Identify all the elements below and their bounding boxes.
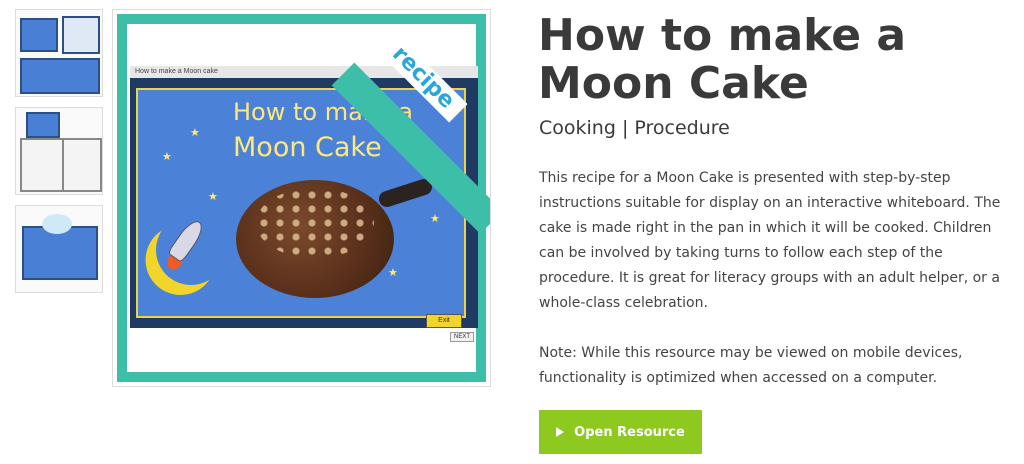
star-icon: ★ (162, 151, 172, 163)
slide-canvas: How to make a Moon Cake ★ ★ ★ ★ ★ ★ (136, 88, 466, 318)
thumbnail-slide-image (22, 226, 98, 280)
next-button[interactable]: NEXT (450, 332, 475, 342)
thumbnail-slide-image (26, 112, 60, 138)
slide-title-line2: Moon Cake (233, 132, 382, 163)
thumbnail-list (15, 9, 103, 303)
star-icon: ★ (190, 127, 200, 139)
play-icon (556, 427, 565, 437)
open-resource-button[interactable]: Open Resource (539, 410, 702, 454)
thumbnail-2[interactable] (15, 107, 103, 195)
thumbnail-slide-image (20, 138, 64, 192)
thumbnail-3[interactable] (15, 205, 103, 293)
resource-note: Note: While this resource may be viewed … (539, 345, 963, 386)
moon-cake-image (236, 180, 394, 298)
thumbnail-slide-image (20, 18, 58, 52)
star-icon: ★ (208, 191, 218, 203)
star-icon: ★ (430, 213, 440, 225)
exit-button[interactable]: Exit (426, 314, 462, 328)
slide: How to make a Moon Cake ★ ★ ★ ★ ★ ★ Exit… (130, 78, 478, 342)
thumbnail-burst-image (42, 214, 72, 234)
resource-description: This recipe for a Moon Cake is presented… (539, 170, 1001, 311)
resource-title: How to make a Moon Cake (538, 10, 907, 109)
open-resource-label: Open Resource (574, 424, 685, 440)
pan-handle-image (376, 176, 435, 210)
resource-preview[interactable]: How to make a Moon cake How to make a Mo… (112, 9, 491, 387)
thumbnail-1[interactable] (15, 9, 103, 97)
thumbnail-slide-image (62, 138, 102, 192)
resource-subtitle: Cooking | Procedure (539, 117, 730, 139)
thumbnail-slide-image (20, 58, 100, 94)
thumbnail-slide-image (62, 16, 100, 54)
star-icon: ★ (388, 267, 398, 279)
